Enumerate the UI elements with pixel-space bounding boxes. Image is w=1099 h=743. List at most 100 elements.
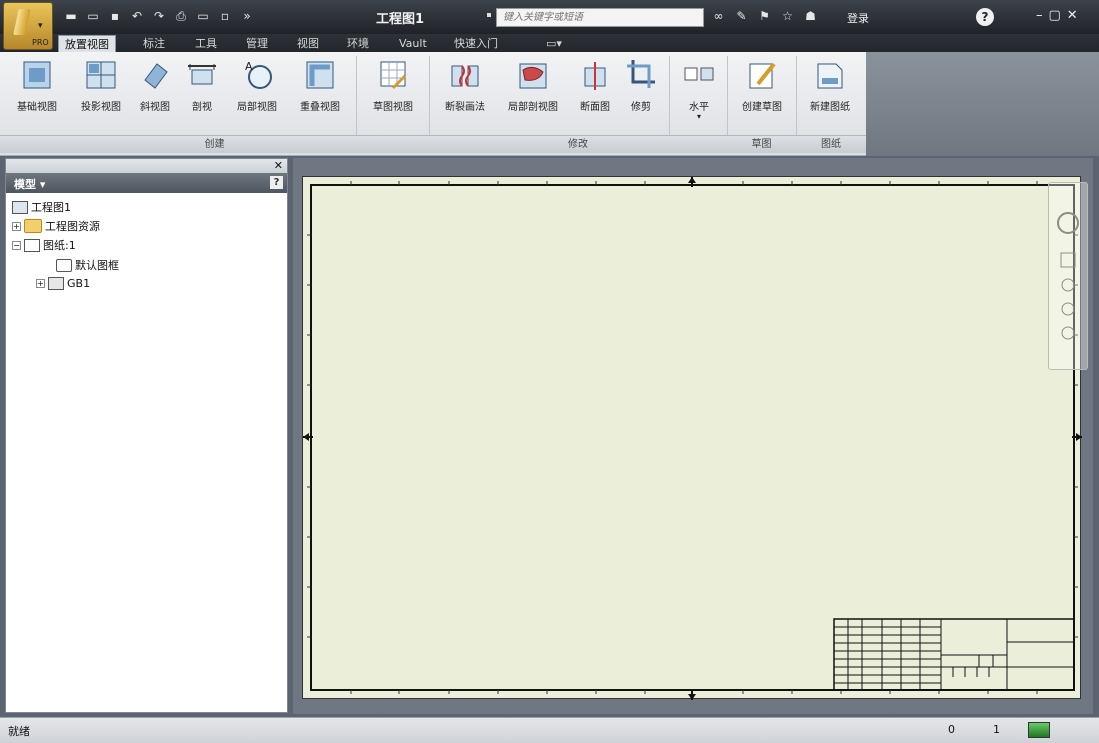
break-icon [449,58,481,92]
break-button[interactable]: 断裂画法 [434,58,496,113]
collapse-icon[interactable]: − [12,240,21,250]
horizontal-icon [683,58,715,92]
ribbon-options-icon[interactable]: ▭▾ [540,35,568,52]
status-bar: 就绪 0 1 [0,717,1099,743]
tab-annotate[interactable]: 标注 [137,35,171,52]
breakout-button[interactable]: 局部剖视图 [497,58,569,113]
ribbon-tab-bar: 放置视图 标注 工具 管理 视图 环境 Vault 快速入门 ▭▾ [0,34,1099,52]
minimize-icon[interactable]: – [1036,8,1043,23]
model-browser: ✕ 模型 ▾ ? 工程图1 + 工程图资源 − 图纸:1 默认图框 + GB1 [5,158,288,713]
chevron-down-icon: ▾ [38,21,43,31]
sheet-icon [24,238,40,252]
open-icon[interactable]: ▭ [84,9,102,23]
tab-view[interactable]: 视图 [291,35,325,52]
application-menu-button[interactable]: ▾ PRO [3,2,53,50]
navigation-bar [1048,182,1088,370]
window-title: 工程图1 [376,12,425,27]
subscription-icon[interactable]: ⚑ [756,9,773,24]
browser-header[interactable]: 模型 ▾ ? [6,173,287,193]
inventor-logo-icon [13,9,31,35]
tree-node-gb1[interactable]: + GB1 [36,277,90,290]
tree-node-drawing-resources[interactable]: + 工程图资源 [12,218,100,234]
draft-view-button[interactable]: 草图视图 [362,58,424,113]
drawing-sheet[interactable] [302,176,1082,700]
slice-button[interactable]: 断面图 [571,58,619,113]
new-icon[interactable]: ▬ [62,9,80,23]
window-controls: – ▢ ✕ [1036,8,1078,23]
status-count-b: 1 [993,723,1000,736]
tree-label: 默认图框 [75,259,119,272]
tab-place-views[interactable]: 放置视图 [58,35,116,52]
binoculars-icon[interactable]: ∞ [710,9,727,24]
crop-label: 修剪 [631,102,651,113]
base-view-icon [21,58,53,92]
browser-grip[interactable]: ✕ [6,159,287,173]
tab-get-started[interactable]: 快速入门 [448,35,504,52]
tab-manage[interactable]: 管理 [240,35,274,52]
slice-label: 断面图 [580,102,610,113]
section-view-label: 剖视 [192,102,212,113]
create-sketch-button[interactable]: 创建草图 [731,58,793,113]
search-input[interactable] [496,8,704,27]
expand-icon[interactable]: + [36,279,45,288]
ribbon-empty-area [866,52,1099,156]
border-icon [56,258,72,272]
breakout-label: 局部剖视图 [508,102,558,113]
draft-view-icon [377,58,409,92]
panel-sketch-label: 草图 [727,135,796,153]
detail-view-label: 局部视图 [237,102,277,113]
close-icon[interactable]: ✕ [274,159,283,172]
projected-view-label: 投影视图 [81,102,121,113]
login-link[interactable]: 登录 [847,10,869,26]
close-icon[interactable]: ✕ [1067,8,1078,23]
browser-title: 模型 [14,178,36,191]
print-icon[interactable]: ⎙ [172,9,190,23]
new-sheet-label: 新建图纸 [810,102,850,113]
detail-view-icon: A [241,58,273,92]
crop-button[interactable]: 修剪 [621,58,661,113]
horizontal-button[interactable]: 水平 ▾ [675,58,723,121]
auxiliary-view-label: 斜视图 [140,102,170,113]
panel-modify-label: 修改 [429,135,727,153]
help-button[interactable]: ? [976,8,994,26]
chevron-down-icon: ▾ [39,178,46,191]
draft-view-label: 草图视图 [373,102,413,113]
tree-node-drawing[interactable]: 工程图1 [12,199,71,215]
redo-icon[interactable]: ↷ [150,9,168,23]
wrench-icon[interactable]: ✎ [733,9,750,24]
projected-view-icon [85,58,117,92]
tree-node-sheet[interactable]: − 图纸:1 [12,237,76,253]
new-sheet-button[interactable]: 新建图纸 [799,58,861,113]
search-dot-icon [487,13,491,17]
pro-badge: PRO [32,38,49,47]
color-icon[interactable]: ▭ [194,9,212,23]
section-view-button[interactable]: 剖视 [180,58,224,113]
auxiliary-view-button[interactable]: 斜视图 [133,58,177,113]
status-text: 就绪 [8,725,30,738]
expand-icon[interactable]: + [12,221,21,231]
svg-text:A: A [245,60,253,73]
zoom-all-icon [1061,326,1075,340]
projected-view-button[interactable]: 投影视图 [70,58,132,113]
detail-view-button[interactable]: A 局部视图 [226,58,288,113]
tree-node-default-border[interactable]: 默认图框 [56,257,119,273]
tab-tools[interactable]: 工具 [189,35,223,52]
measure-icon[interactable]: ▫ [216,9,234,23]
save-icon[interactable]: ▪ [106,9,124,23]
browser-help-icon[interactable]: ? [270,176,283,189]
base-view-button[interactable]: 基础视图 [6,58,68,113]
tab-vault[interactable]: Vault [393,35,433,52]
sheet-border-drawing [303,177,1082,700]
tab-environments[interactable]: 环境 [341,35,375,52]
undo-icon[interactable]: ↶ [128,9,146,23]
zoom-icon [1061,278,1075,292]
overlay-view-button[interactable]: 重叠视图 [289,58,351,113]
chevron-down-icon: ▾ [696,112,701,121]
memory-indicator-icon [1028,722,1050,738]
maximize-icon[interactable]: ▢ [1049,8,1061,23]
user-icon[interactable]: ☗ [802,9,819,24]
auxiliary-view-icon [139,58,171,92]
more-icon[interactable]: » [238,9,256,23]
new-sheet-icon [814,58,846,92]
favorites-star-icon[interactable]: ☆ [779,9,796,24]
